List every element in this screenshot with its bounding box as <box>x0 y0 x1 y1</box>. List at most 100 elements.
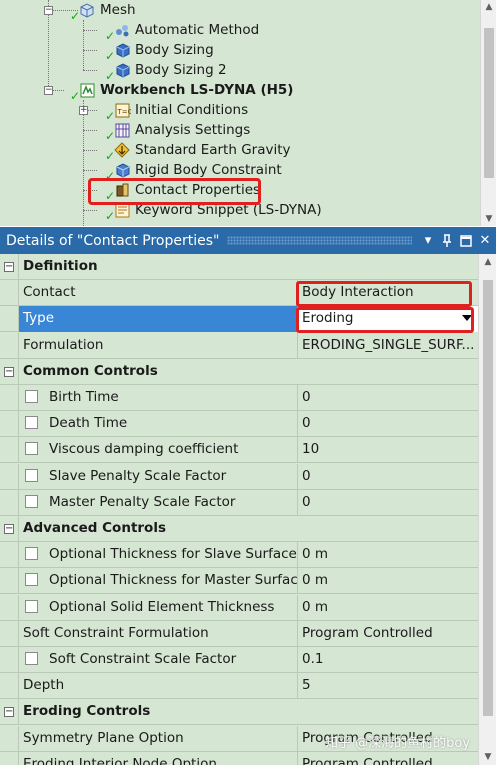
tree-item-body-sizing[interactable]: ✓ Body Sizing <box>105 40 214 62</box>
parameter-checkbox[interactable] <box>25 415 38 429</box>
property-value[interactable]: Program Controlled <box>297 752 478 765</box>
parameter-checkbox[interactable] <box>25 546 38 560</box>
collapse-section-toggle[interactable]: − <box>4 367 14 377</box>
property-name: Birth Time <box>49 389 119 405</box>
section-common-controls[interactable]: − Common Controls <box>0 359 478 385</box>
panel-grip[interactable] <box>227 236 412 245</box>
collapse-analysis-toggle[interactable]: − <box>44 86 53 95</box>
property-value[interactable]: Program Controlled <box>297 621 478 647</box>
property-row-soft-constraint-scale-factor[interactable]: Soft Constraint Scale Factor 0.1 <box>0 647 478 673</box>
tree-item-analysis-settings[interactable]: ✓ Analysis Settings <box>105 120 250 142</box>
property-value[interactable]: 0 m <box>297 595 478 621</box>
tree-item-label: Mesh <box>100 2 136 18</box>
tree-scrollbar-thumb[interactable] <box>484 28 494 178</box>
tree-item-automatic-method[interactable]: ✓ Automatic Method <box>105 20 259 42</box>
collapse-section-toggle[interactable]: − <box>4 524 14 534</box>
tree-item-rigid-body-constraint[interactable]: ✓ Rigid Body Constraint <box>105 160 282 182</box>
property-value[interactable]: 0 m <box>297 542 478 568</box>
section-definition[interactable]: − Definition <box>0 254 478 280</box>
property-value[interactable]: 10 <box>297 437 478 463</box>
section-advanced-controls[interactable]: − Advanced Controls <box>0 516 478 542</box>
pin-icon[interactable] <box>439 231 455 251</box>
section-eroding-controls[interactable]: − Eroding Controls <box>0 699 478 725</box>
property-value-text: Program Controlled <box>302 625 433 641</box>
scroll-down-icon[interactable]: ▼ <box>479 749 496 765</box>
property-row-soft-constraint-formulation[interactable]: Soft Constraint Formulation Program Contr… <box>0 621 478 647</box>
outline-tree: − − + ✓ Mesh ✓ Automatic Method ✓ Body S… <box>0 0 496 226</box>
scroll-up-icon[interactable]: ▲ <box>479 254 496 270</box>
property-name-cell: Type <box>18 306 297 332</box>
collapse-mesh-toggle[interactable]: − <box>44 6 53 15</box>
scroll-up-icon[interactable]: ▲ <box>481 0 496 14</box>
tree-item-mesh[interactable]: ✓ Mesh <box>70 0 136 22</box>
property-row-viscous-damping-coefficient[interactable]: Viscous damping coefficient 10 <box>0 437 478 463</box>
details-scrollbar-thumb[interactable] <box>483 280 493 716</box>
tree-item-body-sizing-2[interactable]: ✓ Body Sizing 2 <box>105 60 227 82</box>
tree-item-ls-dyna-analysis[interactable]: ✓ Workbench LS-DYNA (H5) <box>70 80 293 102</box>
tree-scrollbar[interactable]: ▲ ▼ <box>480 0 496 226</box>
collapse-section-toggle[interactable]: − <box>4 707 14 717</box>
panel-menu-dropdown-icon[interactable]: ▾ <box>420 231 436 251</box>
property-value[interactable]: 0 <box>297 464 478 490</box>
property-row-eroding-interior-node-option[interactable]: Eroding Interior Node Option Program Cont… <box>0 752 478 765</box>
checkmark-icon: ✓ <box>70 9 81 23</box>
property-value[interactable]: 0 m <box>297 568 478 594</box>
property-name: Slave Penalty Scale Factor <box>49 468 227 484</box>
property-name-cell: Symmetry Plane Option <box>18 726 297 752</box>
expand-initial-conditions-toggle[interactable]: + <box>79 106 88 115</box>
property-value-text: 0 m <box>302 572 329 588</box>
property-name-cell: Birth Time <box>18 385 297 411</box>
property-value-text: ERODING_SINGLE_SURF... <box>302 337 475 353</box>
property-value-text: 0 <box>302 468 311 484</box>
property-row-slave-penalty-scale-factor[interactable]: Slave Penalty Scale Factor 0 <box>0 464 478 490</box>
parameter-checkbox[interactable] <box>25 441 38 455</box>
scroll-down-icon[interactable]: ▼ <box>481 212 496 226</box>
property-row-optional-solid-element-thickness[interactable]: Optional Solid Element Thickness 0 m <box>0 595 478 621</box>
property-value[interactable]: 0 <box>297 490 478 516</box>
section-label: Advanced Controls <box>18 516 478 542</box>
property-name: Master Penalty Scale Factor <box>49 494 236 510</box>
property-value-text: 0.1 <box>302 651 324 667</box>
tree-item-initial-conditions[interactable]: T=0 ✓ Initial Conditions <box>105 100 248 122</box>
property-value[interactable]: ERODING_SINGLE_SURF... <box>297 333 478 359</box>
close-icon[interactable]: ✕ <box>477 231 493 251</box>
parameter-checkbox[interactable] <box>25 572 38 586</box>
mesh-icon: ✓ <box>70 1 96 22</box>
property-name-cell: Formulation <box>18 333 297 359</box>
property-name: Type <box>23 310 55 326</box>
property-value[interactable]: 0 <box>297 385 478 411</box>
property-name-cell: Optional Solid Element Thickness <box>18 595 297 621</box>
gravity-icon: ✓ <box>105 141 131 162</box>
property-row-optional-thickness-for-master-surface[interactable]: Optional Thickness for Master Surface 0 m <box>0 568 478 594</box>
parameter-checkbox[interactable] <box>25 599 38 613</box>
details-panel-title: Details of "Contact Properties" <box>6 232 220 249</box>
property-value-text: 5 <box>302 677 311 693</box>
property-value-text: 10 <box>302 441 320 457</box>
maximize-icon[interactable] <box>458 231 474 251</box>
details-scrollbar[interactable]: ▲ ▼ <box>478 254 496 765</box>
property-row-master-penalty-scale-factor[interactable]: Master Penalty Scale Factor 0 <box>0 490 478 516</box>
parameter-checkbox[interactable] <box>25 468 38 482</box>
property-row-optional-thickness-for-slave-surface[interactable]: Optional Thickness for Slave Surface 0 m <box>0 542 478 568</box>
property-name-cell: Death Time <box>18 411 297 437</box>
property-name-cell: Soft Constraint Formulation <box>18 621 297 647</box>
parameter-checkbox[interactable] <box>25 651 38 665</box>
collapse-section-toggle[interactable]: − <box>4 262 14 272</box>
property-row-birth-time[interactable]: Birth Time 0 <box>0 385 478 411</box>
property-row-formulation[interactable]: Formulation ERODING_SINGLE_SURF... <box>0 333 478 359</box>
property-row-depth[interactable]: Depth 5 <box>0 673 478 699</box>
parameter-checkbox[interactable] <box>25 389 38 403</box>
tree-item-standard-earth-gravity[interactable]: ✓ Standard Earth Gravity <box>105 140 291 162</box>
property-name-cell: Optional Thickness for Slave Surface <box>18 542 297 568</box>
property-value[interactable]: 5 <box>297 673 478 699</box>
property-value[interactable]: 0 <box>297 411 478 437</box>
property-value-text: 0 m <box>302 599 329 615</box>
property-row-death-time[interactable]: Death Time 0 <box>0 411 478 437</box>
parameter-checkbox[interactable] <box>25 494 38 508</box>
property-name: Soft Constraint Formulation <box>23 625 209 641</box>
property-value[interactable]: 0.1 <box>297 647 478 673</box>
property-name: Contact <box>23 284 76 300</box>
property-value-text: 0 <box>302 494 311 510</box>
property-name-cell: Master Penalty Scale Factor <box>18 490 297 516</box>
property-name: Depth <box>23 677 65 693</box>
